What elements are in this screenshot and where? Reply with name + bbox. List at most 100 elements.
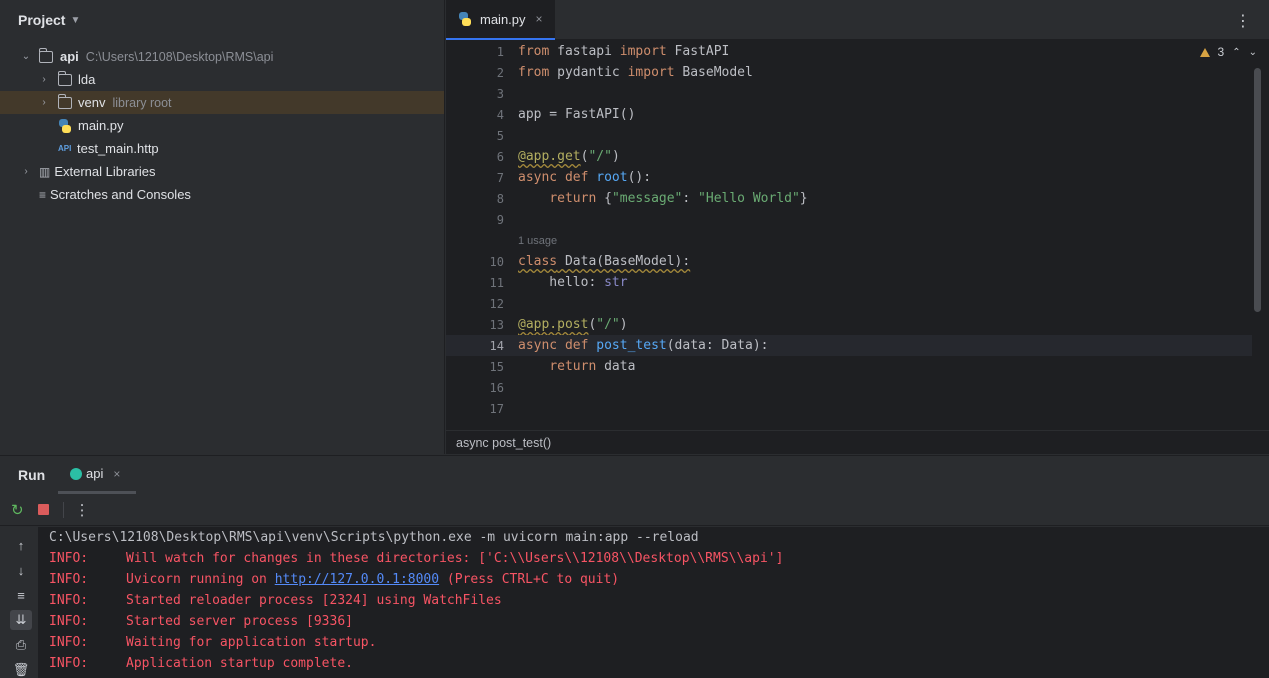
line-number: 1 [496, 44, 504, 59]
chevron-right-icon[interactable]: › [38, 97, 50, 108]
folder-icon [58, 70, 72, 86]
python-file-icon [458, 12, 472, 26]
code-line: 11 hello: str [446, 272, 1252, 293]
code-line: 7 async def root(): [446, 167, 1252, 188]
project-path: C:\Users\12108\Desktop\RMS\api [85, 49, 274, 64]
code-line: 3 [446, 83, 1252, 104]
line-number: 9 [496, 212, 504, 227]
soft-wrap-icon[interactable]: ≡ [10, 585, 32, 605]
line-number: 2 [496, 65, 504, 80]
run-panel: Run api × ↻ ⋮ ↑ ↓ ≡ ⇊ ⎙ 🗑 C:\Users\12108… [0, 455, 1269, 678]
libraries-icon: ▥ [39, 164, 51, 179]
trash-icon[interactable]: 🗑 [10, 660, 32, 678]
line-number: 11 [489, 275, 504, 290]
line-number: 13 [489, 317, 504, 332]
console-line: INFO: Started reloader process [2324] usi… [49, 593, 502, 608]
print-icon[interactable]: ⎙ [10, 635, 32, 655]
code-line: 5 [446, 125, 1252, 146]
warning-count: 3 [1217, 45, 1225, 59]
line-number: 16 [489, 380, 504, 395]
console-line: INFO: Uvicorn running on http://127.0.0.1… [49, 572, 620, 587]
line-number: 5 [496, 128, 504, 143]
chevron-down-icon[interactable]: ⌄ [20, 51, 32, 62]
console-line: INFO: Waiting for application startup. [49, 635, 377, 650]
line-number: 17 [489, 401, 504, 416]
folder-icon [39, 47, 53, 63]
tree-item-label: venv [78, 95, 106, 110]
code-line: 13 @app.post("/") [446, 314, 1252, 335]
tree-item-scratches[interactable]: ≡ Scratches and Consoles [0, 183, 444, 206]
chevron-down-icon[interactable]: ▼ [70, 15, 80, 26]
library-root-label: library root [112, 95, 172, 110]
tree-item-label: lda [78, 72, 96, 87]
run-toolbar: ↻ ⋮ [0, 494, 1269, 526]
code-line: 6 @app.get("/") [446, 146, 1252, 167]
breadcrumb-item[interactable]: async post_test() [456, 436, 551, 450]
warning-icon [1199, 47, 1210, 57]
line-number: 12 [489, 296, 504, 311]
line-number: 6 [496, 149, 504, 164]
inspection-widget[interactable]: 3 ⌃ ⌄ [1199, 45, 1257, 59]
tree-item-api[interactable]: ⌄ api C:\Users\12108\Desktop\RMS\api [0, 45, 444, 68]
tree-item-lda[interactable]: › lda [0, 68, 444, 91]
line-number: 15 [489, 359, 504, 374]
editor-scrollbar[interactable] [1254, 68, 1261, 312]
code-line: 2 from pydantic import BaseModel [446, 62, 1252, 83]
breadcrumb: async post_test() [446, 430, 1269, 454]
stop-icon[interactable] [37, 504, 49, 515]
code-line-current: 14 async def post_test(data: Data): [446, 335, 1252, 356]
toolbar-divider [62, 501, 64, 518]
tree-item-test-main-http[interactable]: API test_main.http [0, 137, 444, 160]
tree-item-label: External Libraries [54, 164, 156, 179]
tree-item-label: api [60, 49, 79, 64]
arrow-up-icon[interactable]: ↑ [10, 535, 32, 555]
tab-main-py[interactable]: main.py × [446, 0, 555, 40]
code-line: 15 return data [446, 356, 1252, 377]
console-output[interactable]: C:\Users\12108\Desktop\RMS\api\venv\Scri… [38, 527, 1269, 678]
tree-item-venv[interactable]: › venv library root [0, 91, 444, 114]
close-icon[interactable]: × [113, 467, 120, 481]
code-line: 9 [446, 209, 1252, 230]
chevron-up-icon[interactable]: ⌃ [1232, 47, 1240, 58]
usage-hint[interactable]: 1 usage [518, 235, 557, 247]
run-config-icon [70, 467, 82, 480]
rerun-icon[interactable]: ↻ [11, 501, 24, 519]
chevron-right-icon[interactable]: › [38, 74, 50, 85]
console-line: INFO: Application startup complete. [49, 656, 353, 671]
run-panel-title: Run [18, 467, 46, 483]
code-area[interactable]: 1 from fastapi import FastAPI 2 from pyd… [446, 41, 1252, 430]
code-line: 8 return {"message": "Hello World"} [446, 188, 1252, 209]
run-tab-api[interactable]: api × [58, 456, 136, 494]
more-options-icon[interactable]: ⋮ [75, 501, 90, 519]
server-url-link[interactable]: http://127.0.0.1:8000 [275, 572, 439, 587]
http-file-icon: API [58, 144, 72, 153]
tree-item-label: Scratches and Consoles [50, 187, 191, 202]
scratches-icon: ≡ [39, 187, 47, 202]
arrow-down-icon[interactable]: ↓ [10, 560, 32, 580]
chevron-right-icon[interactable]: › [20, 166, 32, 177]
tree-item-external-libraries[interactable]: › ▥ External Libraries [0, 160, 444, 183]
run-tab-label: api [86, 466, 104, 481]
line-number: 8 [496, 191, 504, 206]
close-icon[interactable]: × [536, 12, 543, 26]
code-line: 17 [446, 398, 1252, 419]
line-number: 10 [489, 254, 504, 269]
project-title: Project [18, 12, 66, 28]
line-number: 14 [489, 338, 504, 353]
console-line: INFO: Will watch for changes in these dir… [49, 551, 784, 566]
code-line: 16 [446, 377, 1252, 398]
chevron-down-icon[interactable]: ⌄ [1249, 47, 1257, 58]
tree-item-label: main.py [78, 118, 124, 133]
project-panel-header[interactable]: Project ▼ [0, 0, 444, 40]
editor-tab-bar: main.py × ⋮ [446, 0, 1269, 40]
more-options-icon[interactable]: ⋮ [1235, 11, 1251, 31]
line-number: 3 [496, 86, 504, 101]
console-side-toolbar: ↑ ↓ ≡ ⇊ ⎙ 🗑 [0, 527, 38, 678]
line-number: 7 [496, 170, 504, 185]
scroll-to-end-icon[interactable]: ⇊ [10, 610, 32, 630]
line-number: 4 [496, 107, 504, 122]
usage-hint-row: 1 usage [446, 230, 1252, 251]
editor-panel: main.py × ⋮ 1 from fastapi import FastAP… [446, 0, 1269, 454]
tree-item-main-py[interactable]: main.py [0, 114, 444, 137]
code-line: 4 app = FastAPI() [446, 104, 1252, 125]
